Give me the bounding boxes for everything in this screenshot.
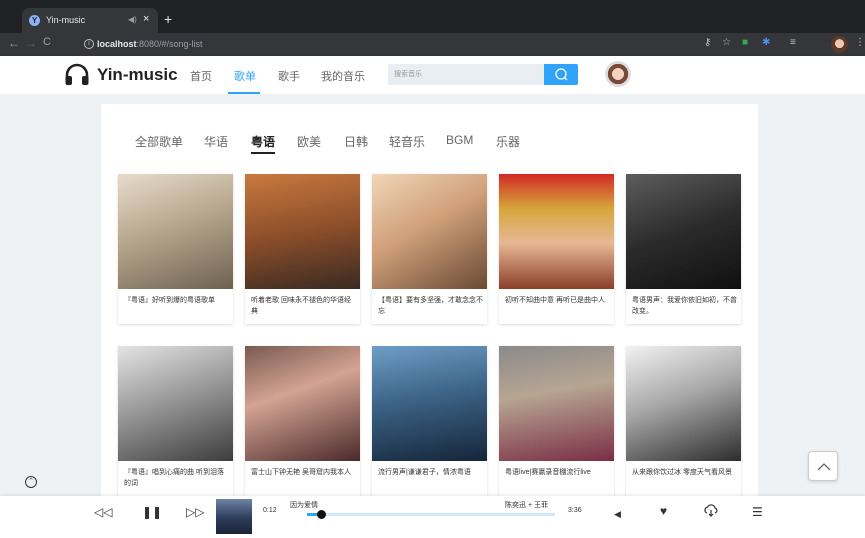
playlist-card[interactable]: 初听不知曲中意 再听已是曲中人 (499, 174, 614, 324)
playlist-cover-image[interactable] (372, 174, 487, 289)
category-all[interactable]: 全部歌单 (135, 133, 183, 150)
total-duration: 3:36 (568, 507, 582, 514)
playlist-card[interactable]: 『粤语』好听到爆的粤语歌单 (118, 174, 233, 324)
url-text[interactable]: localhost:8080/#/song-list (97, 39, 203, 49)
playlist-cover-image[interactable] (372, 346, 487, 461)
playlist-title[interactable]: 富士山下钟无艳 吴哥窟内我本人 (251, 467, 357, 478)
nav-home[interactable]: 首页 (190, 68, 212, 84)
browser-profile-avatar[interactable] (831, 36, 848, 53)
extension-icon[interactable]: ■ (742, 37, 748, 48)
playlist-card[interactable]: 粤语live|赛赢录音棚流行live (499, 346, 614, 496)
now-playing-artist: 陈奕迅 + 王菲 (505, 502, 548, 509)
playlist-card[interactable]: 听着老歌 回味永不褪色的华语经典 (245, 174, 360, 324)
nav-playlists[interactable]: 歌单 (234, 68, 256, 84)
download-icon[interactable] (704, 504, 718, 517)
progress-handle[interactable] (316, 510, 326, 519)
playlist-card[interactable]: 从来跟你饮过冰 零度天气看风景 (626, 346, 741, 496)
playlist-cover-image[interactable] (626, 174, 741, 289)
music-player-bar (0, 496, 865, 538)
close-tab-icon[interactable]: × (143, 13, 149, 25)
playlist-title[interactable]: 流行男声|谦谦君子，情浓粤语 (378, 467, 484, 478)
playlist-title[interactable]: 从来跟你饮过冰 零度天气看风景 (632, 467, 738, 478)
search-icon (555, 68, 568, 81)
favorite-heart-icon[interactable]: ♥ (660, 504, 667, 518)
progress-bar[interactable] (307, 513, 555, 516)
playlist-card[interactable]: 【粤语】要有多坚强，才敢念念不忘 (372, 174, 487, 324)
menu-dots-icon[interactable]: ⋮ (855, 37, 865, 48)
logo-text[interactable]: Yin-music (97, 65, 178, 85)
playlist-cover-image[interactable] (626, 346, 741, 461)
current-time: 0:12 (263, 507, 277, 514)
playlist-title[interactable]: 『粤语』唱到心痛的曲 听到泪落的词 (124, 467, 230, 489)
chevron-up-icon (817, 463, 831, 471)
tab-title: Yin-music (46, 15, 86, 25)
playlist-title[interactable]: 『粤语』好听到爆的粤语歌单 (124, 295, 230, 306)
playlist-title[interactable]: 粤语男声：我爱你依旧如初，不曾改变。 (632, 295, 738, 317)
pause-icon[interactable]: ❚❚ (142, 505, 162, 519)
forward-icon[interactable]: → (25, 36, 37, 50)
now-playing-cover[interactable] (216, 499, 252, 534)
previous-track-icon[interactable]: ◁◁ (94, 505, 112, 519)
puzzle-extension-icon[interactable]: ✱ (762, 37, 770, 48)
category-instruments[interactable]: 乐器 (496, 133, 520, 150)
scroll-to-top-button[interactable] (808, 451, 838, 481)
playlist-card[interactable]: 富士山下钟无艳 吴哥窟内我本人 (245, 346, 360, 496)
category-active-underline (251, 152, 275, 154)
back-icon[interactable]: ← (8, 36, 20, 50)
new-tab-icon[interactable]: + (164, 12, 172, 26)
playlist-title[interactable]: 【粤语】要有多坚强，才敢念念不忘 (378, 295, 484, 317)
category-western[interactable]: 欧美 (297, 133, 321, 150)
address-bar[interactable]: i localhost:8080/#/song-list (78, 36, 690, 53)
collapse-player-icon[interactable]: ⌃ (25, 476, 37, 488)
tab-strip: Y Yin-music ◀) × + (0, 0, 865, 34)
search-button[interactable] (544, 64, 578, 85)
playlist-cover-image[interactable] (499, 346, 614, 461)
search-input[interactable]: 搜索音乐 (388, 64, 545, 85)
playlist-card[interactable]: 粤语男声：我爱你依旧如初，不曾改变。 (626, 174, 741, 324)
key-icon[interactable]: ⚷ (704, 37, 711, 48)
category-light-music[interactable]: 轻音乐 (389, 133, 425, 150)
category-bgm[interactable]: BGM (446, 133, 473, 147)
playlist-title[interactable]: 初听不知曲中意 再听已是曲中人 (505, 295, 611, 306)
info-icon[interactable]: i (84, 39, 94, 49)
volume-icon[interactable]: ◀ (614, 507, 621, 521)
next-track-icon[interactable]: ▷▷ (186, 505, 204, 519)
playlist-cover-image[interactable] (118, 174, 233, 289)
reload-icon[interactable]: C (43, 36, 51, 48)
user-avatar[interactable] (605, 61, 631, 87)
playlist-title[interactable]: 听着老歌 回味永不褪色的华语经典 (251, 295, 357, 317)
playlist-card[interactable]: 『粤语』唱到心痛的曲 听到泪落的词 (118, 346, 233, 496)
now-playing-song: 因为爱情 (290, 502, 318, 509)
playlist-menu-icon[interactable]: ☰ (752, 505, 763, 519)
category-cantonese[interactable]: 粤语 (251, 133, 275, 150)
playlist-cover-image[interactable] (245, 346, 360, 461)
playlist-cover-image[interactable] (245, 174, 360, 289)
playlist-title[interactable]: 粤语live|赛赢录音棚流行live (505, 467, 611, 478)
browser-tab[interactable]: Y Yin-music ◀) × (22, 8, 158, 34)
headphones-logo-icon[interactable] (64, 63, 90, 87)
favicon-icon: Y (29, 15, 40, 26)
bookmark-star-icon[interactable]: ☆ (722, 37, 731, 48)
category-jp-kr[interactable]: 日韩 (344, 133, 368, 150)
media-queue-icon[interactable]: ≡ (790, 37, 796, 48)
nav-singers[interactable]: 歌手 (278, 68, 300, 84)
browser-chrome: Y Yin-music ◀) × + ← → C i localhost:808… (0, 0, 865, 56)
nav-my-music[interactable]: 我的音乐 (321, 68, 365, 84)
playlist-cover-image[interactable] (499, 174, 614, 289)
playlist-cover-image[interactable] (118, 346, 233, 461)
audio-playing-icon[interactable]: ◀) (128, 15, 137, 24)
category-chinese[interactable]: 华语 (204, 133, 228, 150)
playlist-card[interactable]: 流行男声|谦谦君子，情浓粤语 (372, 346, 487, 496)
browser-toolbar: ← → C i localhost:8080/#/song-list ⚷ ☆ ■… (0, 33, 865, 56)
